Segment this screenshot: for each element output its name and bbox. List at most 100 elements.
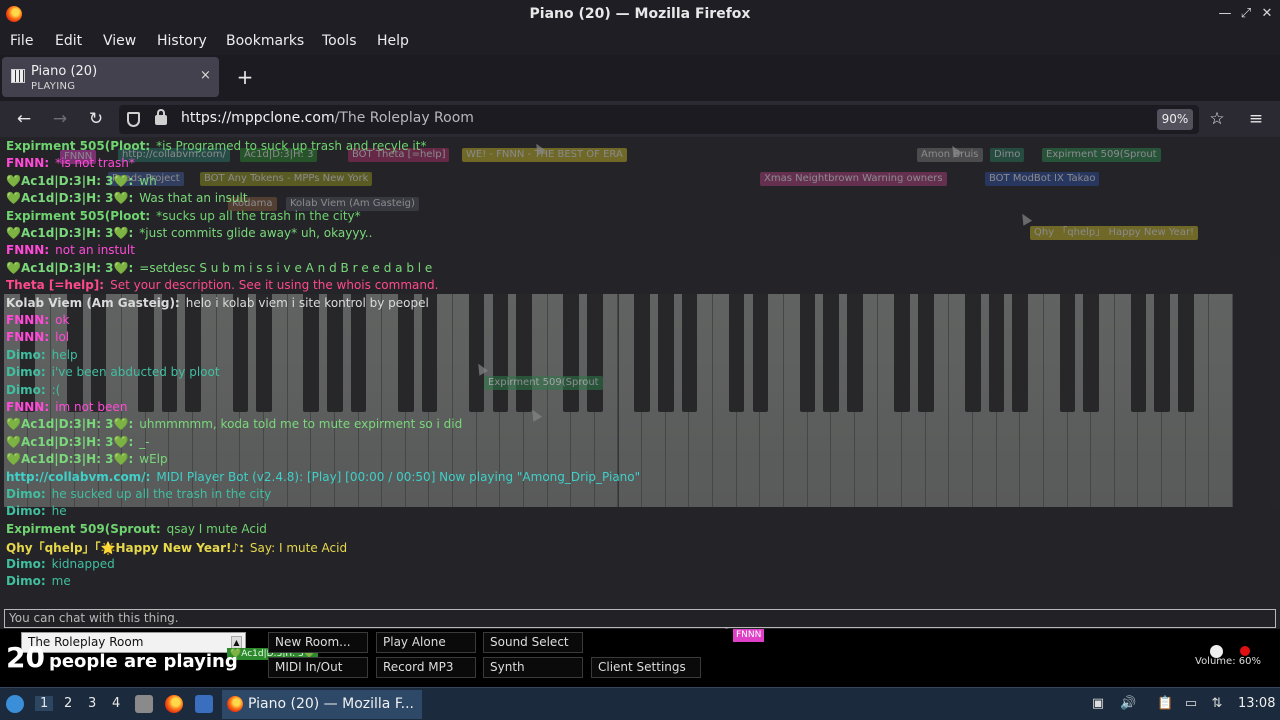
chat-message: Dimo: kidnapped bbox=[6, 557, 115, 571]
sound-select-button[interactable]: Sound Select bbox=[483, 632, 583, 653]
tracking-protection-shield-icon[interactable] bbox=[127, 112, 140, 127]
chat-author[interactable]: 💚Ac1d|D:3|H: 3💚: bbox=[6, 435, 133, 449]
chat-message: 💚Ac1d|D:3|H: 3💚: _- bbox=[6, 435, 150, 449]
chat-text: ok bbox=[55, 313, 70, 327]
menu-tools[interactable]: Tools bbox=[322, 33, 357, 49]
piano-favicon-icon bbox=[11, 69, 25, 83]
chat-text: kidnapped bbox=[51, 556, 115, 571]
chat-message: 💚Ac1d|D:3|H: 3💚: =setdesc S u b m i s s i… bbox=[6, 261, 432, 275]
chat-author[interactable]: http://collabvm.com/: bbox=[6, 470, 150, 484]
back-arrow-icon[interactable]: ← bbox=[13, 108, 35, 130]
chat-message: FNNN: not an instult bbox=[6, 243, 135, 257]
chat-text: wh bbox=[139, 173, 157, 188]
menu-file[interactable]: File bbox=[10, 33, 33, 49]
chat-author[interactable]: Dimo: bbox=[6, 365, 46, 379]
clipboard-icon[interactable]: 📋 bbox=[1157, 696, 1173, 712]
chat-text: *is Programed to suck up trash and recyl… bbox=[156, 139, 427, 153]
chat-message: FNNN: ok bbox=[6, 313, 69, 327]
start-menu-icon[interactable] bbox=[6, 695, 24, 713]
workspace-3[interactable]: 3 bbox=[88, 696, 96, 711]
hamburger-menu-icon[interactable]: ≡ bbox=[1245, 108, 1267, 130]
maximize-icon[interactable]: ⤢ bbox=[1237, 5, 1255, 23]
close-tab-icon[interactable]: × bbox=[200, 68, 211, 83]
volume-icon[interactable]: 🔊 bbox=[1120, 696, 1136, 712]
chat-author[interactable]: 💚Ac1d|D:3|H: 3💚: bbox=[6, 452, 133, 466]
url-path: /The Roleplay Room bbox=[334, 110, 474, 126]
chat-text: Set your description. See it using the w… bbox=[110, 278, 439, 293]
chat-author[interactable]: Dimo: bbox=[6, 383, 46, 397]
chat-text: lol bbox=[55, 330, 70, 345]
taskbar: 1 2 3 4 Piano (20) — Mozilla F... ▣ 🔊 📋 … bbox=[0, 687, 1280, 720]
firefox-launcher-icon[interactable] bbox=[165, 695, 183, 713]
chat-author[interactable]: Dimo: bbox=[6, 504, 46, 518]
chat-author[interactable]: FNNN: bbox=[6, 400, 49, 414]
chat-author[interactable]: 💚Ac1d|D:3|H: 3💚: bbox=[6, 191, 133, 205]
chat-author[interactable]: Dimo: bbox=[6, 348, 46, 362]
tray-upload-icon[interactable]: ▣ bbox=[1090, 696, 1106, 712]
menu-bar: File Edit View History Bookmarks Tools H… bbox=[0, 29, 1280, 55]
workspace-1[interactable]: 1 bbox=[35, 696, 54, 711]
url-text[interactable]: https://mppclone.com/The Roleplay Room bbox=[181, 110, 474, 126]
chat-author[interactable]: Kolab Viem (Am Gasteig): bbox=[6, 296, 180, 310]
chat-text: Was that an insult bbox=[139, 191, 248, 206]
chat-text: *just commits glide away* uh, okayyy.. bbox=[139, 226, 373, 240]
tab-piano[interactable]: Piano (20) PLAYING × bbox=[2, 57, 219, 97]
client-settings-button[interactable]: Client Settings bbox=[591, 657, 701, 678]
piano-page: FNNN http://collabvm.com/ Ac1d|D:3|H: 3 … bbox=[0, 137, 1280, 687]
synth-button[interactable]: Synth bbox=[483, 657, 583, 678]
zoom-level-badge[interactable]: 90% bbox=[1157, 109, 1193, 130]
chat-author[interactable]: FNNN: bbox=[6, 313, 49, 327]
lock-icon[interactable] bbox=[155, 109, 167, 125]
record-mp3-button[interactable]: Record MP3 bbox=[376, 657, 476, 678]
window-title: Piano (20) — Mozilla Firefox bbox=[529, 6, 751, 22]
chat-author[interactable]: Expirment 505(Ploot: bbox=[6, 209, 150, 223]
chat-author[interactable]: 💚Ac1d|D:3|H: 3💚: bbox=[6, 174, 133, 188]
chat-author[interactable]: Expirment 509(Sprout: bbox=[6, 522, 161, 536]
workspace-4[interactable]: 4 bbox=[112, 696, 120, 711]
chat-author[interactable]: 💚Ac1d|D:3|H: 3💚: bbox=[6, 417, 133, 431]
chat-author[interactable]: Dimo: bbox=[6, 557, 46, 571]
menu-history[interactable]: History bbox=[157, 33, 207, 49]
close-window-icon[interactable]: ✕ bbox=[1258, 5, 1276, 23]
chat-message: Dimo: me bbox=[6, 574, 71, 588]
chat-author[interactable]: Expirment 505(Ploot: bbox=[6, 139, 150, 153]
chat-author[interactable]: FNNN: bbox=[6, 243, 49, 257]
url-host: https://mppclone.com bbox=[181, 110, 335, 126]
menu-bookmarks[interactable]: Bookmarks bbox=[226, 33, 304, 49]
midi-in-out-button[interactable]: MIDI In/Out bbox=[268, 657, 368, 678]
chat-author[interactable]: 💚Ac1d|D:3|H: 3💚: bbox=[6, 226, 133, 240]
chat-author[interactable]: FNNN: bbox=[6, 156, 49, 170]
chat-author[interactable]: Qhy「qhelp」「🌟Happy New Year!♪: bbox=[6, 541, 244, 555]
new-tab-button[interactable]: + bbox=[234, 65, 256, 89]
workspace-2[interactable]: 2 bbox=[64, 696, 72, 711]
bookmark-star-icon[interactable]: ☆ bbox=[1206, 108, 1228, 130]
chat-author[interactable]: 💚Ac1d|D:3|H: 3💚: bbox=[6, 261, 133, 275]
display-icon[interactable]: ▭ bbox=[1183, 696, 1199, 712]
forward-arrow-icon[interactable]: → bbox=[49, 108, 71, 130]
url-bar[interactable]: https://mppclone.com/The Roleplay Room 9… bbox=[119, 105, 1199, 134]
record-indicator-icon bbox=[1240, 646, 1250, 656]
new-room-button[interactable]: New Room... bbox=[268, 632, 368, 653]
file-manager-icon[interactable] bbox=[135, 695, 153, 713]
network-icon[interactable]: ⇅ bbox=[1209, 696, 1225, 712]
tab-strip: Piano (20) PLAYING × + bbox=[0, 55, 1280, 101]
menu-view[interactable]: View bbox=[103, 33, 136, 49]
chat-author[interactable]: FNNN: bbox=[6, 330, 49, 344]
chat-text: not an instult bbox=[55, 243, 135, 258]
taskbar-firefox-task[interactable]: Piano (20) — Mozilla F... bbox=[222, 690, 422, 719]
menu-help[interactable]: Help bbox=[377, 33, 409, 49]
chat-message: Expirment 509(Sprout: qsay I mute Acid bbox=[6, 522, 267, 536]
chat-author[interactable]: Dimo: bbox=[6, 487, 46, 501]
navigation-bar: ← → ↻ https://mppclone.com/The Roleplay … bbox=[0, 101, 1280, 137]
chat-text: helo i kolab viem i site kontrol by peop… bbox=[185, 295, 429, 310]
chat-input[interactable]: You can chat with this thing. bbox=[4, 609, 1276, 628]
chat-message: Expirment 505(Ploot: *sucks up all the tr… bbox=[6, 209, 361, 223]
chat-author[interactable]: Theta [=help]: bbox=[6, 278, 104, 292]
chat-author[interactable]: Dimo: bbox=[6, 574, 46, 588]
reload-icon[interactable]: ↻ bbox=[85, 108, 107, 130]
menu-edit[interactable]: Edit bbox=[55, 33, 82, 49]
terminal-icon[interactable] bbox=[195, 695, 213, 713]
firefox-logo-icon bbox=[227, 696, 243, 712]
play-alone-button[interactable]: Play Alone bbox=[376, 632, 476, 653]
minimize-icon[interactable]: — bbox=[1216, 5, 1234, 23]
